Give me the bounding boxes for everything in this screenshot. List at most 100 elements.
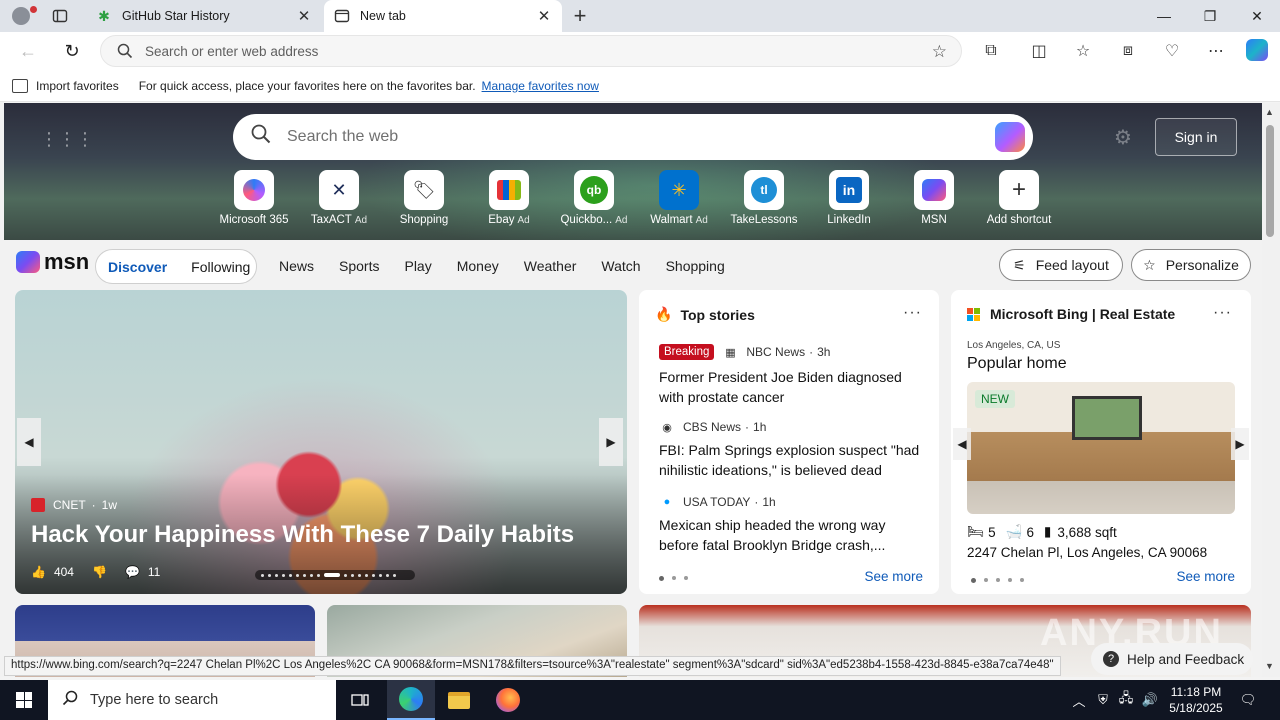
new-tab-button[interactable]: + [568, 3, 592, 28]
shortcut-linkedin[interactable]: in LinkedIn [806, 170, 892, 236]
nav-news[interactable]: News [279, 258, 314, 274]
collections-icon[interactable]: ⧈ [1116, 40, 1140, 62]
nav-sports[interactable]: Sports [339, 258, 379, 274]
help-feedback-button[interactable]: ? Help and Feedback [1091, 643, 1253, 675]
page-indicator[interactable] [659, 576, 688, 581]
shortcut-msn[interactable]: MSN [891, 170, 977, 236]
show-hidden-icons-icon[interactable]: ︿ [1070, 680, 1088, 720]
story-headline[interactable]: Hack Your Happiness With These 7 Daily H… [31, 521, 574, 549]
file-explorer-icon[interactable] [435, 680, 483, 720]
tab-new-tab[interactable]: New tab ✕ [324, 0, 562, 32]
feed-layout-button[interactable]: ⚟ Feed layout [999, 249, 1123, 281]
extensions-icon[interactable]: ⧉ [979, 40, 1003, 62]
edge-taskbar-icon[interactable] [387, 680, 435, 720]
start-button[interactable] [0, 680, 48, 720]
tab-actions-icon[interactable] [48, 6, 72, 26]
minimize-button[interactable]: — [1141, 0, 1187, 32]
shortcut-label: Shopping [399, 214, 449, 226]
scroll-up-icon[interactable]: ▲ [1265, 107, 1274, 117]
firefox-icon[interactable] [484, 680, 532, 720]
shortcut-quickbooks[interactable]: qb Quickbo... Ad [551, 170, 637, 236]
page-settings-icon[interactable]: ⚙ [1114, 125, 1132, 150]
nav-shopping[interactable]: Shopping [666, 258, 725, 274]
web-search-input[interactable] [287, 128, 967, 146]
shopping-tag-icon: 🏷 [404, 170, 444, 210]
shortcut-taxact[interactable]: ✕ TaxACT Ad [296, 170, 382, 236]
browser-essentials-icon[interactable]: ♡ [1160, 40, 1184, 62]
back-button[interactable]: ← [15, 39, 41, 63]
dislike-icon[interactable]: 👎 [92, 565, 107, 579]
volume-icon[interactable]: 🔊 [1140, 680, 1160, 720]
shortcut-label: Ebay [488, 214, 515, 226]
scroll-down-icon[interactable]: ▼ [1265, 661, 1274, 671]
shortcut-takelessons[interactable]: tl TakeLessons [721, 170, 807, 236]
network-icon[interactable]: 🖧 [1116, 680, 1136, 720]
close-tab-icon[interactable]: ✕ [536, 8, 552, 25]
msn-logo[interactable]: msn [16, 249, 89, 275]
taskbar-search-input[interactable] [90, 692, 330, 708]
home-address[interactable]: 2247 Chelan Pl, Los Angeles, CA 90068 [967, 545, 1207, 560]
story-age: 1h [762, 495, 776, 509]
tab-title: GitHub Star History [122, 9, 230, 23]
task-view-icon[interactable] [336, 680, 384, 720]
restore-button[interactable]: ❐ [1187, 0, 1233, 32]
address-input[interactable] [145, 43, 905, 59]
bed-icon: 🛏 [967, 524, 985, 539]
nav-play[interactable]: Play [404, 258, 431, 274]
nav-watch[interactable]: Watch [601, 258, 640, 274]
address-bar[interactable]: ☆ [100, 35, 962, 67]
more-options-icon[interactable]: ··· [1213, 304, 1232, 322]
settings-more-icon[interactable]: ⋯ [1204, 40, 1228, 62]
favorite-star-icon[interactable]: ☆ [932, 42, 947, 62]
beds-count: 5 [988, 524, 996, 540]
carousel-prev-arrow-icon[interactable]: ◀ [17, 418, 41, 466]
shortcut-microsoft-365[interactable]: Microsoft 365 [211, 170, 297, 236]
personalize-button[interactable]: ☆ Personalize [1131, 249, 1251, 281]
prev-arrow-icon[interactable]: ◀ [953, 428, 971, 460]
favorites-icon[interactable]: ☆ [1071, 40, 1095, 62]
shortcut-ebay[interactable]: Ebay Ad [466, 170, 552, 236]
next-arrow-icon[interactable]: ▶ [1231, 428, 1249, 460]
shortcut-label: LinkedIn [827, 214, 871, 226]
page-indicator[interactable] [971, 578, 1024, 583]
like-icon[interactable]: 👍 [31, 565, 46, 579]
app-launcher-icon[interactable]: ⋮⋮⋮ [40, 129, 94, 150]
nav-money[interactable]: Money [457, 258, 499, 274]
taskbar-clock[interactable]: 11:18 PM 5/18/2025 [1160, 684, 1232, 716]
favorites-message: For quick access, place your favorites h… [138, 78, 476, 93]
copilot-icon[interactable] [1245, 39, 1269, 61]
tab-discover[interactable]: Discover [96, 259, 179, 275]
story-title[interactable]: Mexican ship headed the wrong way before… [659, 515, 929, 555]
copilot-search-icon[interactable] [995, 122, 1025, 152]
nav-weather[interactable]: Weather [524, 258, 577, 274]
story-title[interactable]: Former President Joe Biden diagnosed wit… [659, 367, 929, 407]
add-shortcut-button[interactable]: + Add shortcut [976, 170, 1062, 236]
more-options-icon[interactable]: ··· [903, 304, 922, 322]
close-tab-icon[interactable]: ✕ [296, 8, 312, 25]
see-more-link[interactable]: See more [864, 569, 923, 584]
hero-story-card[interactable]: ◀ ▶ CNET · 1w Hack Your Happiness With T… [15, 290, 627, 594]
tab-following[interactable]: Following [179, 259, 262, 275]
shortcut-walmart[interactable]: ✳ Walmart Ad [636, 170, 722, 236]
profile-button[interactable] [8, 4, 37, 28]
sign-in-button[interactable]: Sign in [1155, 118, 1237, 156]
security-tray-icon[interactable]: ⛨ [1094, 680, 1112, 720]
scroll-thumb[interactable] [1266, 125, 1274, 237]
story-title[interactable]: FBI: Palm Springs explosion suspect "had… [659, 440, 929, 480]
carousel-indicator[interactable] [255, 570, 415, 580]
notifications-icon[interactable]: 🗨 [1236, 680, 1260, 720]
taskbar-search-box[interactable] [48, 680, 336, 720]
shortcut-shopping[interactable]: 🏷 Shopping [381, 170, 467, 236]
close-window-button[interactable]: ✕ [1234, 0, 1280, 32]
manage-favorites-link[interactable]: Manage favorites now [482, 79, 599, 93]
comment-icon[interactable]: 💬 [125, 565, 140, 579]
location-label: Los Angeles, CA, US [967, 340, 1061, 351]
carousel-next-arrow-icon[interactable]: ▶ [599, 418, 623, 466]
tab-github-star-history[interactable]: ✱ GitHub Star History ✕ [86, 0, 322, 32]
refresh-button[interactable]: ↻ [59, 39, 85, 63]
see-more-link[interactable]: See more [1176, 569, 1235, 584]
split-screen-icon[interactable]: ◫ [1027, 40, 1051, 62]
web-search-box[interactable] [233, 114, 1033, 160]
page-scrollbar[interactable]: ▲ ▼ [1262, 103, 1280, 677]
import-favorites-button[interactable]: Import favorites [12, 78, 119, 93]
